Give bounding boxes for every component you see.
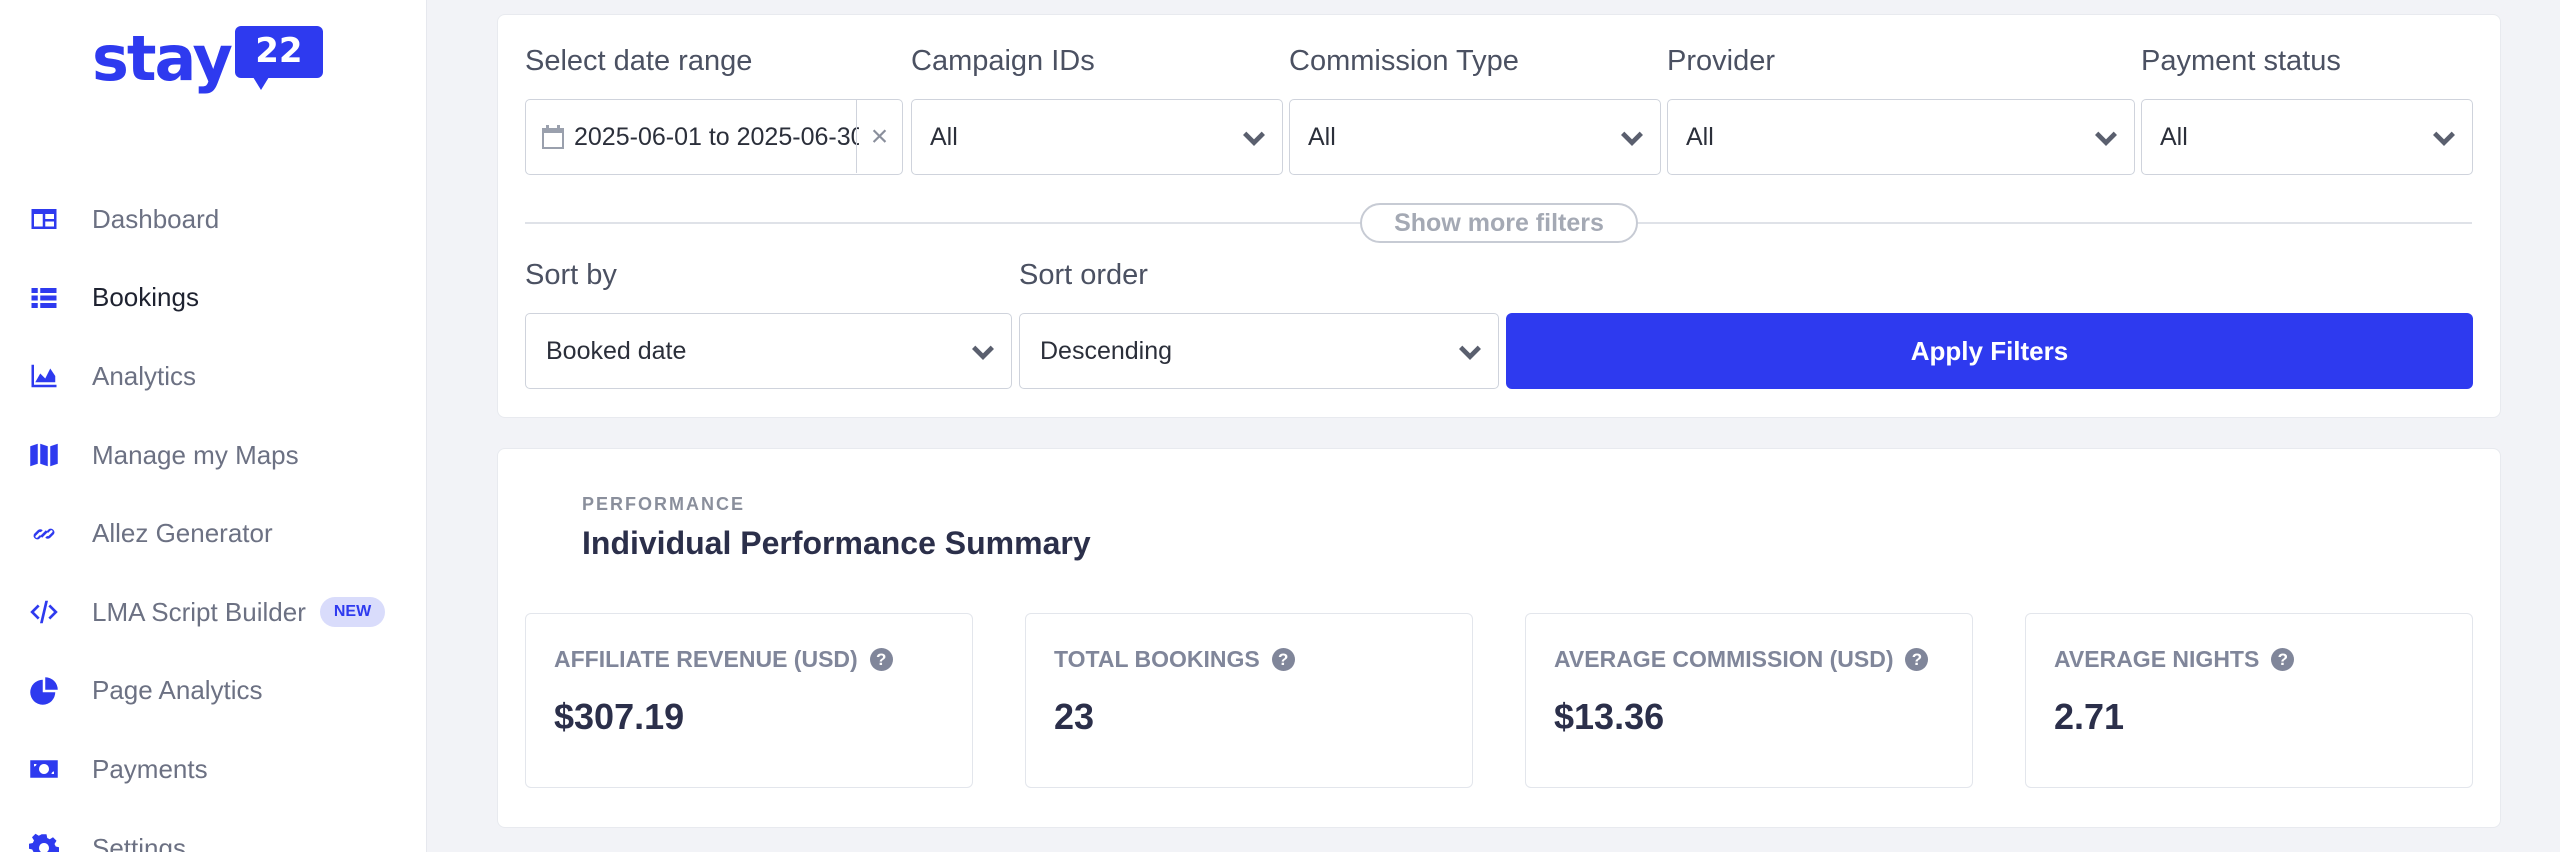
sidebar-item-label: Bookings: [92, 282, 199, 313]
sidebar-item-allez-generator[interactable]: Allez Generator: [0, 494, 427, 573]
filters-panel: Select date range 2025-06-01 to 2025-06-…: [497, 14, 2501, 418]
date-range-input[interactable]: 2025-06-01 to 2025-06-30 ×: [525, 99, 903, 175]
sort-by-label: Sort by: [525, 259, 617, 291]
campaign-ids-label: Campaign IDs: [911, 45, 1095, 77]
stat-value: $307.19: [554, 696, 685, 737]
stay22-logo[interactable]: stay 22: [92, 24, 323, 104]
sidebar-item-label: Page Analytics: [92, 675, 263, 706]
new-badge: NEW: [319, 597, 386, 628]
campaign-ids-value: All: [930, 122, 958, 151]
stat-card-affiliate-revenue: AFFILIATE REVENUE (USD) ? $307.19: [525, 613, 973, 788]
chevron-down-icon: [1240, 124, 1268, 152]
campaign-ids-select[interactable]: All: [911, 99, 1283, 175]
payment-status-label: Payment status: [2141, 45, 2341, 77]
help-icon[interactable]: ?: [869, 648, 893, 671]
provider-value: All: [1686, 122, 1714, 151]
sidebar-item-lma-script-builder[interactable]: LMA Script Builder NEW: [0, 573, 427, 652]
sidebar-item-page-analytics[interactable]: Page Analytics: [0, 652, 427, 731]
stat-card-total-bookings: TOTAL BOOKINGS ? 23: [1025, 613, 1473, 788]
link-icon: [28, 518, 60, 550]
sidebar-item-label: LMA Script Builder: [92, 596, 306, 627]
sidebar-item-bookings[interactable]: Bookings: [0, 259, 427, 338]
chevron-down-icon: [1456, 338, 1484, 366]
stat-label: TOTAL BOOKINGS ?: [1054, 646, 1295, 673]
sidebar-item-label: Manage my Maps: [92, 439, 299, 470]
commission-type-value: All: [1308, 122, 1336, 151]
sidebar-nav: Dashboard Bookings Analytics Manage my M…: [0, 180, 427, 852]
code-icon: [28, 596, 60, 628]
stat-label: AVERAGE NIGHTS ?: [2054, 646, 2295, 673]
logo-wordmark: stay: [92, 22, 233, 95]
sidebar-item-label: Allez Generator: [92, 518, 273, 549]
apply-filters-button[interactable]: Apply Filters: [1506, 313, 2473, 389]
sidebar-item-dashboard[interactable]: Dashboard: [0, 180, 427, 259]
stat-label: AFFILIATE REVENUE (USD) ?: [554, 646, 893, 673]
chevron-down-icon: [1618, 124, 1646, 152]
stat-label-text: AFFILIATE REVENUE (USD): [554, 646, 858, 672]
chevron-down-icon: [2092, 124, 2120, 152]
sidebar-item-payments[interactable]: Payments: [0, 730, 427, 809]
performance-eyebrow: PERFORMANCE: [582, 494, 746, 514]
sidebar-item-settings[interactable]: Settings: [0, 809, 427, 852]
stat-card-average-commission: AVERAGE COMMISSION (USD) ? $13.36: [1525, 613, 1973, 788]
sort-by-value: Booked date: [546, 336, 687, 365]
stat-label: AVERAGE COMMISSION (USD) ?: [1554, 646, 1929, 673]
sort-order-select[interactable]: Descending: [1019, 313, 1499, 389]
sidebar-item-analytics[interactable]: Analytics: [0, 337, 427, 416]
provider-select[interactable]: All: [1667, 99, 2135, 175]
payment-status-value: All: [2160, 122, 2188, 151]
dashboard-icon: [28, 203, 60, 235]
sort-by-select[interactable]: Booked date: [525, 313, 1012, 389]
money-icon: [28, 753, 60, 785]
calendar-icon: [542, 125, 564, 149]
clear-date-button[interactable]: ×: [856, 100, 902, 173]
stat-label-text: AVERAGE COMMISSION (USD): [1554, 646, 1894, 672]
commission-type-label: Commission Type: [1289, 45, 1519, 77]
payment-status-select[interactable]: All: [2141, 99, 2473, 175]
commission-type-select[interactable]: All: [1289, 99, 1661, 175]
sidebar-item-label: Settings: [92, 832, 186, 852]
pie-chart-icon: [28, 675, 60, 707]
help-icon[interactable]: ?: [1271, 648, 1295, 671]
sort-order-label: Sort order: [1019, 259, 1148, 291]
sidebar-item-label: Dashboard: [92, 203, 220, 234]
stat-value: $13.36: [1554, 696, 1665, 737]
stat-label-text: AVERAGE NIGHTS: [2054, 646, 2260, 672]
stat-card-average-nights: AVERAGE NIGHTS ? 2.71: [2025, 613, 2473, 788]
logo-bubble: 22: [234, 26, 323, 90]
performance-title: Individual Performance Summary: [582, 525, 1091, 561]
chevron-down-icon: [969, 338, 997, 366]
gear-icon: [28, 832, 60, 852]
stat-value: 23: [1054, 696, 1095, 737]
provider-label: Provider: [1667, 45, 1775, 77]
sidebar-item-label: Analytics: [92, 360, 197, 391]
sort-order-value: Descending: [1040, 336, 1173, 365]
show-more-filters-button[interactable]: Show more filters: [1360, 203, 1638, 243]
date-range-value: 2025-06-01 to 2025-06-30: [574, 122, 859, 151]
stat-label-text: TOTAL BOOKINGS: [1054, 646, 1260, 672]
chevron-down-icon: [2430, 124, 2458, 152]
performance-panel: PERFORMANCE Individual Performance Summa…: [497, 448, 2501, 828]
help-icon[interactable]: ?: [1905, 648, 1929, 671]
sidebar-item-label: Payments: [92, 753, 208, 784]
area-chart-icon: [28, 360, 60, 392]
sidebar: stay 22 Dashboard Bookings Analytics Man…: [0, 0, 427, 852]
map-icon: [28, 439, 60, 471]
list-icon: [28, 282, 60, 314]
stat-value: 2.71: [2054, 696, 2125, 737]
sidebar-item-manage-maps[interactable]: Manage my Maps: [0, 416, 427, 495]
help-icon[interactable]: ?: [2271, 648, 2295, 671]
date-range-label: Select date range: [525, 45, 753, 77]
